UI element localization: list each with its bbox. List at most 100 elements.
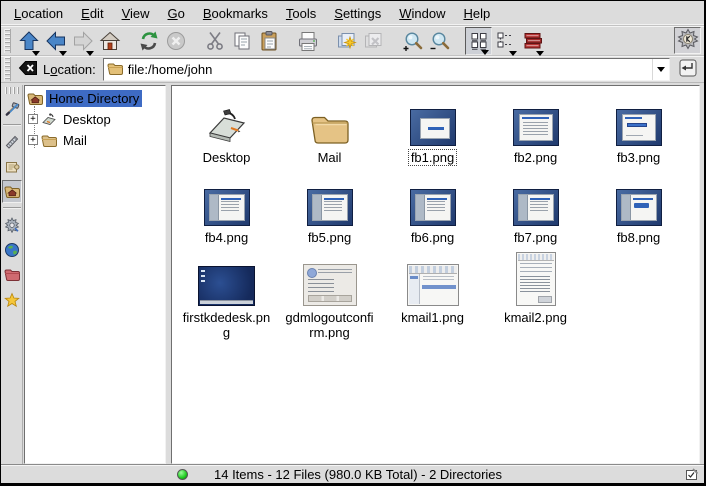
- stop-icon: [165, 30, 187, 52]
- home-button[interactable]: [96, 27, 123, 55]
- expand-plus-icon[interactable]: +: [28, 114, 38, 124]
- history-scroll-icon: [4, 159, 20, 175]
- paste-icon: [258, 30, 280, 52]
- zoom-in-button[interactable]: [399, 27, 426, 55]
- location-input[interactable]: [128, 62, 652, 77]
- dropdown-arrow-icon: [536, 51, 544, 56]
- up-arrow-icon: [18, 30, 40, 52]
- menu-view[interactable]: View: [113, 2, 159, 25]
- menu-settings[interactable]: Settings: [325, 2, 390, 25]
- expand-plus-icon[interactable]: +: [28, 135, 38, 145]
- shot-wizard-icon: [204, 189, 250, 226]
- overwrite-settings-icon[interactable]: [685, 467, 699, 481]
- home-folder-icon: [27, 91, 43, 106]
- menubar: LocationEditViewGoBookmarksToolsSettings…: [1, 1, 704, 26]
- sidebar-tab-history[interactable]: [2, 155, 22, 178]
- menu-window[interactable]: Window: [390, 2, 454, 25]
- shot-progress-icon: [616, 109, 662, 146]
- sidebar-tab-network[interactable]: [2, 238, 22, 261]
- window-body: Home Directory+Desktop+Mail DesktopMailf…: [1, 83, 704, 464]
- menu-edit[interactable]: Edit: [72, 2, 112, 25]
- menu-location[interactable]: Location: [5, 2, 72, 25]
- toolbar-drag-handle[interactable]: [4, 29, 11, 53]
- menu-bookmarks[interactable]: Bookmarks: [194, 2, 277, 25]
- close-window-button: [360, 27, 387, 55]
- back-arrow-icon: [45, 30, 67, 52]
- desktop-icon: [205, 108, 249, 146]
- file-fb8-png[interactable]: fb8.png: [587, 170, 690, 246]
- konqueror-window: LocationEditViewGoBookmarksToolsSettings…: [0, 0, 706, 486]
- back-button[interactable]: [42, 27, 69, 55]
- shot-logo-icon: [616, 189, 662, 226]
- kde-gear-icon: [677, 28, 699, 53]
- folder-icon: [107, 62, 123, 76]
- tree-item-home-directory[interactable]: Home Directory: [27, 88, 165, 109]
- go-button[interactable]: [675, 57, 700, 81]
- tree-item-desktop[interactable]: +Desktop: [27, 109, 165, 130]
- new-window-button[interactable]: [333, 27, 360, 55]
- sidebar-tab-root-directory[interactable]: [2, 263, 22, 286]
- menu-go[interactable]: Go: [159, 2, 194, 25]
- file-grid: DesktopMailfb1.pngfb2.pngfb3.pngfb4.pngf…: [172, 86, 699, 341]
- file-desktop[interactable]: Desktop: [175, 90, 278, 166]
- status-text: 14 Items - 12 Files (980.0 KB Total) - 2…: [214, 467, 502, 482]
- shot-wizard-icon: [410, 189, 456, 226]
- file-mail[interactable]: Mail: [278, 90, 381, 166]
- paste-button[interactable]: [255, 27, 282, 55]
- home-icon: [99, 30, 121, 52]
- dropdown-arrow-icon: [86, 51, 94, 56]
- file-gdmlogoutconfirm-png[interactable]: gdmlogoutconfirm.png: [278, 250, 381, 341]
- file-fb5-png[interactable]: fb5.png: [278, 170, 381, 246]
- detail-view-button[interactable]: [519, 27, 546, 55]
- desktop-small-icon: [41, 112, 57, 127]
- print-button[interactable]: [294, 27, 321, 55]
- zoom-out-button[interactable]: [426, 27, 453, 55]
- sidebar-tab-home-directory[interactable]: [2, 180, 22, 203]
- star-icon: [4, 292, 20, 308]
- icon-view-button[interactable]: [465, 27, 492, 55]
- main-toolbar: [1, 26, 704, 56]
- main-toolbar-buttons: [15, 27, 546, 55]
- menu-help[interactable]: Help: [455, 2, 500, 25]
- file-fb4-png[interactable]: fb4.png: [175, 170, 278, 246]
- file-kmail2-png[interactable]: kmail2.png: [484, 250, 587, 341]
- shot-kmail-list-icon: [407, 264, 459, 306]
- home-folder-icon: [4, 184, 20, 199]
- scissors-icon: [204, 30, 226, 52]
- cut-button[interactable]: [201, 27, 228, 55]
- sidebar-tab-services[interactable]: [2, 213, 22, 236]
- sidebar-tabstrip: [1, 85, 23, 464]
- file-fb7-png[interactable]: fb7.png: [484, 170, 587, 246]
- file-fb6-png[interactable]: fb6.png: [381, 170, 484, 246]
- menu-tools[interactable]: Tools: [277, 2, 325, 25]
- icon-view-icon: [468, 30, 490, 52]
- red-folder-icon: [4, 267, 20, 282]
- tools-icon: [4, 101, 20, 117]
- sidebar-tree: Home Directory+Desktop+Mail: [24, 85, 166, 464]
- printer-icon: [297, 30, 319, 52]
- clear-location-button[interactable]: [15, 57, 41, 81]
- tree-item-mail[interactable]: +Mail: [27, 130, 165, 151]
- reload-button[interactable]: [135, 27, 162, 55]
- stop-button: [162, 27, 189, 55]
- detail-view-icon: [522, 30, 544, 52]
- tabstrip-separator: [3, 124, 21, 126]
- up-button[interactable]: [15, 27, 42, 55]
- file-fb2-png[interactable]: fb2.png: [484, 90, 587, 166]
- sidebar-tab-bookmarks[interactable]: [2, 288, 22, 311]
- services-icon: [4, 217, 20, 233]
- file-fb3-png[interactable]: fb3.png: [587, 90, 690, 166]
- tabstrip-separator: [3, 207, 21, 209]
- file-firstkdedesk-png[interactable]: firstkdedesk.png: [175, 250, 278, 341]
- tree-view-button[interactable]: [492, 27, 519, 55]
- status-led-icon: [177, 469, 188, 480]
- sidebar-drag-handle[interactable]: [5, 87, 19, 94]
- locationbar-drag-handle[interactable]: [4, 57, 11, 81]
- sidebar-tab-ruler[interactable]: [2, 130, 22, 153]
- file-fb1-png[interactable]: fb1.png: [381, 90, 484, 166]
- location-dropdown-button[interactable]: [652, 59, 669, 80]
- copy-button[interactable]: [228, 27, 255, 55]
- file-kmail1-png[interactable]: kmail1.png: [381, 250, 484, 341]
- shot-wizard-icon: [513, 189, 559, 226]
- sidebar-tab-tools[interactable]: [2, 97, 22, 120]
